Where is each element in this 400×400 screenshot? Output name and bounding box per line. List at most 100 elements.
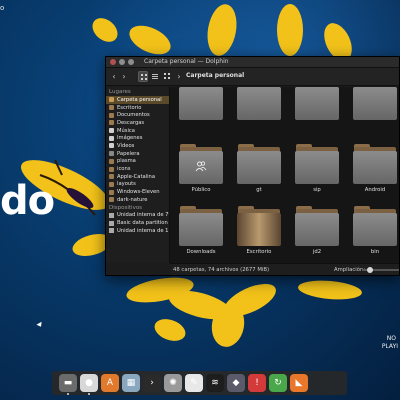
spotify-icon[interactable]: ≋ — [206, 374, 224, 392]
running-indicator — [67, 393, 69, 395]
photos-icon[interactable]: ▦ — [122, 374, 140, 392]
folder-icon — [179, 87, 223, 120]
folder-icon — [109, 181, 114, 187]
chevron-right-icon: › — [122, 72, 126, 81]
folder-item[interactable]: bin — [351, 206, 399, 255]
update-icon[interactable]: ↻ — [269, 374, 287, 392]
sidebar-item-label: Descargas — [117, 119, 145, 126]
dock-glyph: A — [106, 378, 114, 388]
folder-icon — [109, 197, 114, 203]
folder-item[interactable]: jd2 — [293, 206, 341, 255]
sidebar-item[interactable]: Vídeos — [106, 142, 169, 150]
window-controls — [110, 59, 134, 65]
files-icon[interactable]: ▬ — [59, 374, 77, 395]
compact-view-button[interactable] — [150, 71, 160, 82]
sidebar-item[interactable]: Imágenes — [106, 134, 169, 142]
dock-glyph: ! — [255, 378, 259, 388]
folder-item[interactable]: gt — [235, 144, 283, 193]
folder-item[interactable] — [293, 87, 341, 123]
dock-glyph: ≋ — [211, 378, 219, 388]
sidebar-item[interactable]: plasma — [106, 158, 169, 166]
app-store-icon[interactable]: A — [101, 374, 119, 392]
sidebar-item[interactable]: layouts — [106, 181, 169, 189]
sidebar-item[interactable]: icons — [106, 165, 169, 173]
sidebar-item-label: plasma — [117, 158, 136, 165]
folder-item[interactable]: Escritorio — [235, 206, 283, 255]
people-icon — [195, 161, 207, 172]
dock-glyph: ◆ — [232, 378, 240, 388]
places-panel: Lugares Carpeta personal Escritorio Docume… — [106, 87, 170, 263]
folder-label: Downloads — [186, 249, 216, 255]
devices-header: Dispositivos — [109, 204, 143, 211]
zoom-slider-handle[interactable] — [367, 267, 374, 273]
sidebar-item[interactable]: Papelera — [106, 150, 169, 158]
sidebar-item[interactable]: Documentos — [106, 111, 169, 119]
sidebar-item[interactable]: Windows-Eleven — [106, 188, 169, 196]
sidebar-item-label: Imágenes — [117, 135, 143, 142]
breadcrumb-separator: › — [175, 71, 183, 83]
sidebar-item[interactable]: Carpeta personal — [106, 96, 169, 104]
folder-item[interactable] — [351, 87, 399, 123]
folder-item[interactable]: Android — [351, 144, 399, 193]
forward-button[interactable]: › — [120, 71, 128, 83]
drive-icon — [109, 228, 114, 234]
sidebar-item[interactable]: Música — [106, 127, 169, 135]
close-button[interactable] — [110, 59, 116, 65]
desktop-clock-text: do — [0, 178, 55, 224]
sidebar-item[interactable]: Apple-Catalina — [106, 173, 169, 181]
folder-icon — [353, 206, 397, 246]
folder-item[interactable] — [235, 87, 283, 123]
sidebar-item-label: Unidad interna de 79.... — [117, 212, 169, 219]
folder-icon — [237, 206, 281, 246]
folder-icon — [353, 87, 397, 120]
dock-glyph: ✺ — [169, 378, 177, 388]
zoom-slider[interactable] — [362, 267, 399, 273]
text-editor-icon[interactable]: ✎ — [185, 374, 203, 392]
folder-icon — [109, 120, 114, 126]
toolbar: ‹ › › Carpeta personal — [106, 68, 399, 86]
sidebar-item[interactable]: dark-nature — [106, 196, 169, 204]
sidebar-item[interactable]: Unidad interna de 79.... — [106, 212, 169, 220]
home-icon — [109, 97, 114, 103]
maximize-button[interactable] — [128, 59, 134, 65]
chrome-icon[interactable]: ● — [80, 374, 98, 395]
breadcrumb[interactable]: Carpeta personal — [186, 72, 244, 79]
folder-label: Escritorio — [246, 249, 272, 255]
details-view-button[interactable] — [162, 71, 172, 82]
folder-label: gt — [256, 187, 262, 193]
window-titlebar[interactable]: Carpeta personal — Dolphin — [106, 57, 399, 68]
alert-icon[interactable]: ! — [248, 374, 266, 392]
folder-icon — [109, 166, 114, 172]
minimize-button[interactable] — [119, 59, 125, 65]
sidebar-item-label: icons — [117, 166, 131, 173]
downloader-icon[interactable]: ◣ — [290, 374, 308, 392]
folder-item[interactable]: Downloads — [177, 206, 225, 255]
status-summary: 48 carpetas, 74 archivos (2677 MiB) — [173, 267, 270, 273]
terminal-icon[interactable]: › — [143, 374, 161, 392]
folder-label: Público — [191, 187, 211, 193]
sidebar-item[interactable]: Unidad interna de 11.... — [106, 227, 169, 235]
inkscape-icon[interactable]: ◆ — [227, 374, 245, 392]
sidebar-item[interactable]: Basic data partition — [106, 219, 169, 227]
folder-icon — [109, 158, 114, 164]
sidebar-item[interactable]: Escritorio — [106, 104, 169, 112]
sidebar-item[interactable]: Descargas — [106, 119, 169, 127]
folder-item[interactable]: sip — [293, 144, 341, 193]
sidebar-item-label: Carpeta personal — [117, 96, 162, 103]
file-view[interactable]: Público gt sip Android Downloads Escritorio jd… — [170, 87, 399, 263]
folder-item[interactable] — [177, 87, 225, 123]
sidebar-item-label: dark-nature — [117, 196, 148, 203]
music-icon — [109, 128, 114, 134]
sidebar-item-label: Papelera — [117, 150, 140, 157]
folder-icon — [179, 144, 223, 184]
sidebar-item-label: Escritorio — [117, 104, 142, 111]
icons-view-button[interactable] — [138, 71, 148, 82]
settings-icon[interactable]: ✺ — [164, 374, 182, 392]
folder-item[interactable]: Público — [177, 144, 225, 193]
dock-glyph: ↻ — [274, 378, 282, 388]
folder-icon — [109, 189, 114, 195]
back-button[interactable]: ‹ — [110, 71, 118, 83]
dock-glyph: ▦ — [126, 378, 136, 388]
folder-icon — [109, 174, 114, 180]
folder-icon — [237, 144, 281, 184]
